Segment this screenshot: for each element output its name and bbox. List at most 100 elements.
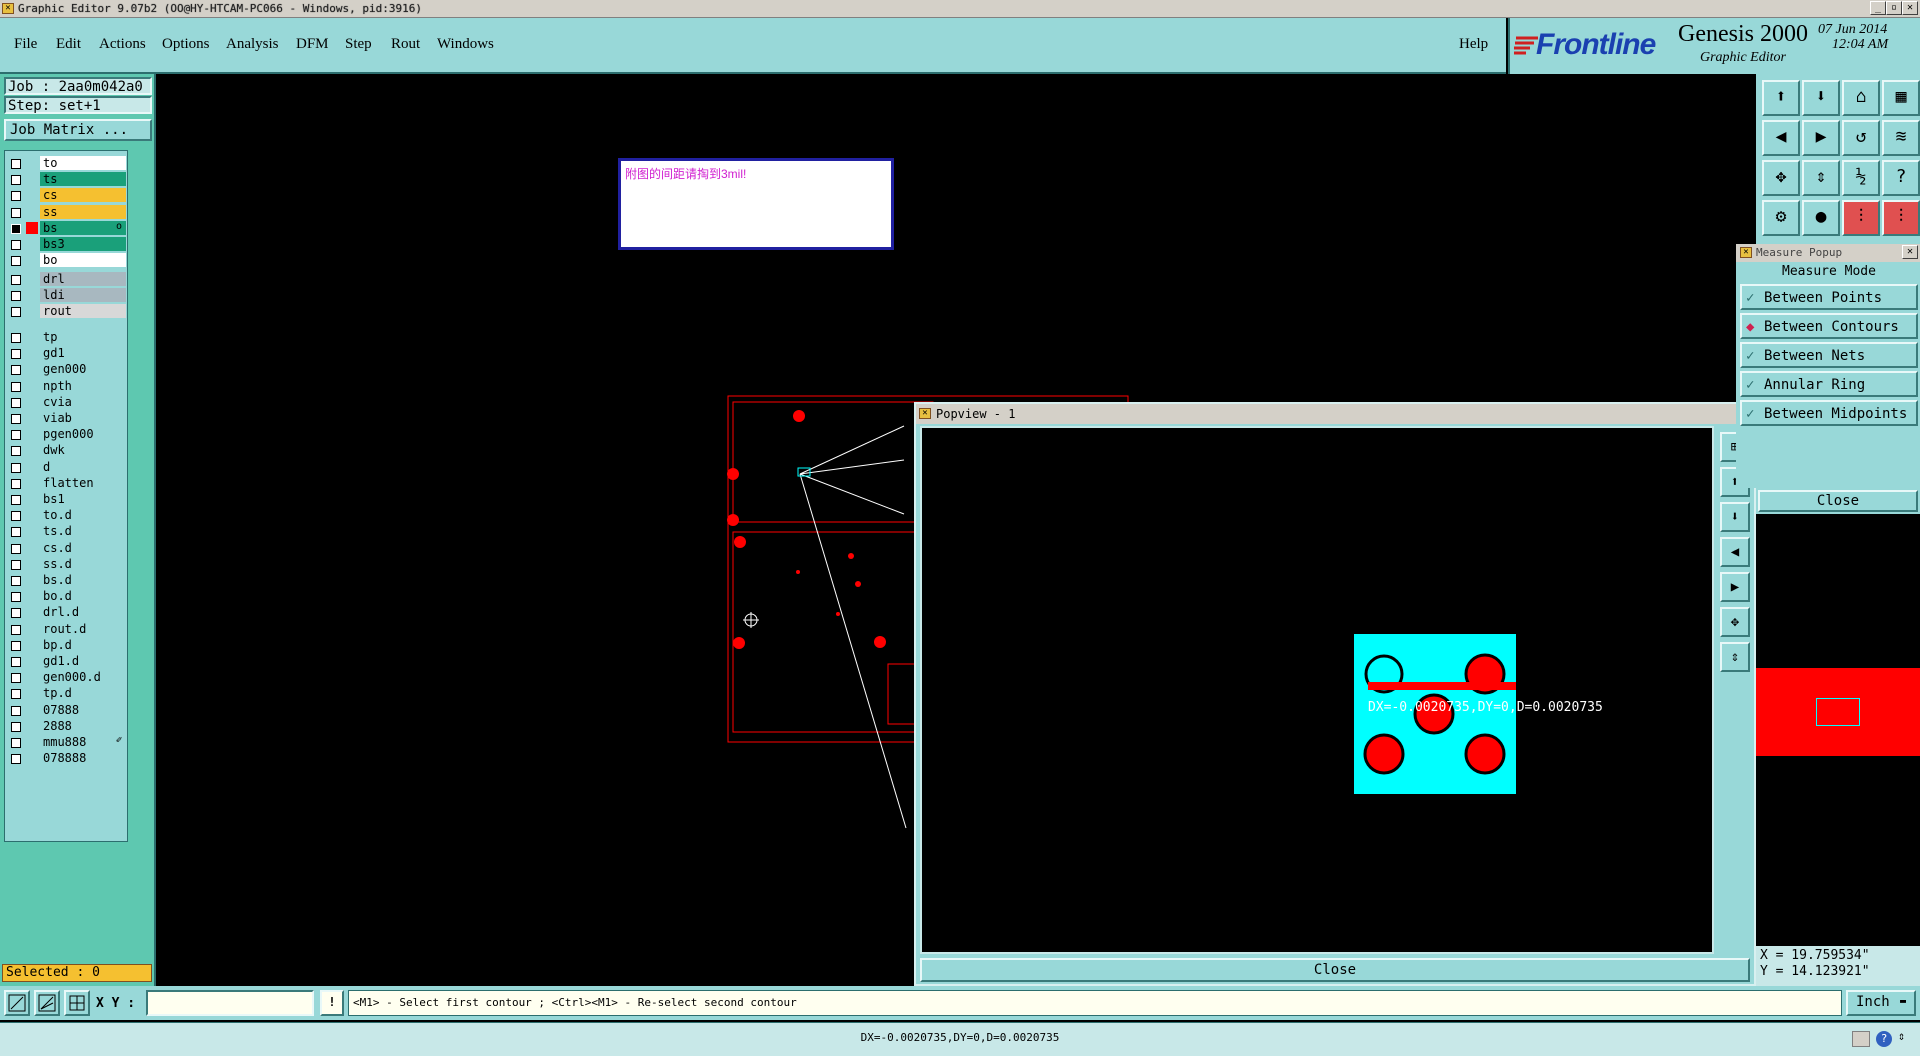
layer-name[interactable]: ldi <box>40 288 126 303</box>
layer-name[interactable]: gd1.d <box>40 654 126 668</box>
layer-name[interactable]: 2888 <box>40 718 126 733</box>
layer-row[interactable]: drl.d <box>6 605 126 620</box>
pv-pan-right-icon[interactable]: ▶ <box>1720 572 1750 602</box>
menu-step[interactable]: Step <box>345 36 372 53</box>
layer-row[interactable]: gen000 <box>6 362 126 377</box>
layer-name[interactable]: to <box>40 156 126 170</box>
layer-checkbox[interactable] <box>11 446 21 457</box>
measure-close-button[interactable]: Close <box>1758 490 1918 512</box>
snap-mode-1-button[interactable] <box>4 990 30 1016</box>
fit-all-icon[interactable]: ✥ <box>1762 160 1800 196</box>
layer-name[interactable]: gen000.d <box>40 670 126 685</box>
measure-option[interactable]: ✓ Between Nets <box>1740 342 1918 368</box>
layer-row[interactable]: 2888 <box>6 718 126 734</box>
layer-name[interactable]: mmu888 <box>40 735 126 749</box>
layer-row[interactable]: tp.d <box>6 686 126 701</box>
layer-checkbox[interactable] <box>11 511 21 522</box>
menu-windows[interactable]: Windows <box>437 36 494 53</box>
layer-row[interactable]: bo <box>6 253 126 268</box>
resize-grip-icon[interactable]: ⇕ <box>1898 1029 1905 1043</box>
layer-name[interactable]: flatten <box>40 475 126 490</box>
layer-row[interactable]: bs.d <box>6 573 126 588</box>
split-view-icon[interactable]: ▦ <box>1882 80 1920 116</box>
layer-checkbox[interactable] <box>11 657 21 667</box>
layer-row[interactable]: bo.d <box>6 589 126 604</box>
layer-tool-icon[interactable]: ⫶ <box>1882 200 1920 236</box>
layer-checkbox[interactable] <box>11 495 21 505</box>
zoom-back-icon[interactable]: ⬇ <box>1802 80 1840 116</box>
layer-name[interactable]: bs.d <box>40 573 126 587</box>
layer-row[interactable]: bs3 <box>6 237 126 252</box>
overview-map[interactable] <box>1756 514 1920 946</box>
layer-name[interactable]: gd1 <box>40 346 126 361</box>
layer-checkbox[interactable] <box>11 559 21 570</box>
layer-checkbox[interactable] <box>11 543 21 554</box>
layer-row[interactable]: ts.d <box>6 524 126 539</box>
menu-file[interactable]: File <box>14 36 37 53</box>
layer-name[interactable]: ss <box>40 204 126 219</box>
layer-row[interactable]: 078888 <box>6 751 126 766</box>
layer-name[interactable]: ts.d <box>40 524 126 539</box>
layer-row[interactable]: to <box>6 156 126 171</box>
layer-checkbox[interactable] <box>11 333 21 343</box>
scale-1-2-icon[interactable]: ½ <box>1842 160 1880 196</box>
layer-name[interactable]: rout.d <box>40 621 126 636</box>
print-icon[interactable] <box>1852 1031 1870 1047</box>
layer-checkbox[interactable] <box>11 576 21 586</box>
layer-row[interactable]: cs.d <box>6 540 126 556</box>
layer-row[interactable]: ldi <box>6 288 126 303</box>
layer-checkbox[interactable] <box>11 738 21 748</box>
measure-option[interactable]: ✓ Between Points <box>1740 284 1918 310</box>
measure-option[interactable]: ✓ Between Midpoints <box>1740 400 1918 426</box>
measure-option[interactable]: ◆ Between Contours <box>1740 313 1918 339</box>
layer-name[interactable]: ss.d <box>40 556 126 571</box>
menu-actions[interactable]: Actions <box>99 36 146 53</box>
layer-checkbox[interactable] <box>11 754 21 765</box>
measure-option[interactable]: ✓ Annular Ring <box>1740 371 1918 397</box>
layer-name[interactable]: bs <box>40 220 126 235</box>
layer-checkbox[interactable] <box>11 175 21 186</box>
layer-name[interactable]: tp <box>40 330 126 344</box>
layer-row[interactable]: viab <box>6 411 126 426</box>
job-matrix-button[interactable]: Job Matrix ... <box>4 119 152 141</box>
settings-icon[interactable]: ⚙ <box>1762 200 1800 236</box>
layer-checkbox[interactable] <box>11 462 21 473</box>
layer-name[interactable]: ts <box>40 172 126 187</box>
layer-row[interactable]: rout.d <box>6 621 126 637</box>
net-tool-icon[interactable]: ⫶ <box>1842 200 1880 236</box>
layer-row[interactable]: d <box>6 459 126 475</box>
menu-rout[interactable]: Rout <box>391 36 420 53</box>
layer-checkbox[interactable] <box>11 381 21 392</box>
layer-checkbox[interactable] <box>11 275 21 285</box>
layer-row[interactable]: tp <box>6 330 126 345</box>
layer-row[interactable]: ss <box>6 204 126 220</box>
menu-help[interactable]: Help <box>1459 36 1488 53</box>
measure-popup[interactable]: ✕ Measure Popup ✕ Measure Mode ✓ Between … <box>1736 244 1920 488</box>
layer-checkbox[interactable] <box>11 689 21 700</box>
help-icon[interactable]: ? <box>1876 1031 1892 1047</box>
overview-viewport[interactable] <box>1816 698 1860 726</box>
home-icon[interactable]: ⌂ <box>1842 80 1880 116</box>
layer-name[interactable]: bs3 <box>40 237 126 251</box>
layer-name[interactable]: 07888 <box>40 702 126 717</box>
layer-row[interactable]: npth <box>6 378 126 394</box>
layer-row[interactable]: to.d <box>6 508 126 523</box>
layer-checkbox[interactable] <box>11 705 21 716</box>
pv-fit-profile-icon[interactable]: ⇕ <box>1720 642 1750 672</box>
menu-dfm[interactable]: DFM <box>296 36 329 53</box>
connect-icon[interactable]: ● <box>1802 200 1840 236</box>
zoom-home-icon[interactable]: ⬆ <box>1762 80 1800 116</box>
menu-edit[interactable]: Edit <box>56 36 81 53</box>
layer-checkbox[interactable] <box>11 624 21 635</box>
pv-pan-left-icon[interactable]: ◀ <box>1720 537 1750 567</box>
layer-checkbox[interactable] <box>11 592 21 603</box>
layer-name[interactable]: bo <box>40 253 126 268</box>
layer-checkbox[interactable] <box>11 721 21 732</box>
layer-name[interactable]: bs1 <box>40 492 126 506</box>
layer-row[interactable]: bp.d <box>6 637 126 653</box>
layer-checkbox[interactable] <box>11 478 21 489</box>
layer-name[interactable]: drl.d <box>40 605 126 620</box>
layer-row[interactable]: ts <box>6 172 126 187</box>
pv-fit-icon[interactable]: ✥ <box>1720 607 1750 637</box>
redraw-icon[interactable]: ≋ <box>1882 120 1920 156</box>
